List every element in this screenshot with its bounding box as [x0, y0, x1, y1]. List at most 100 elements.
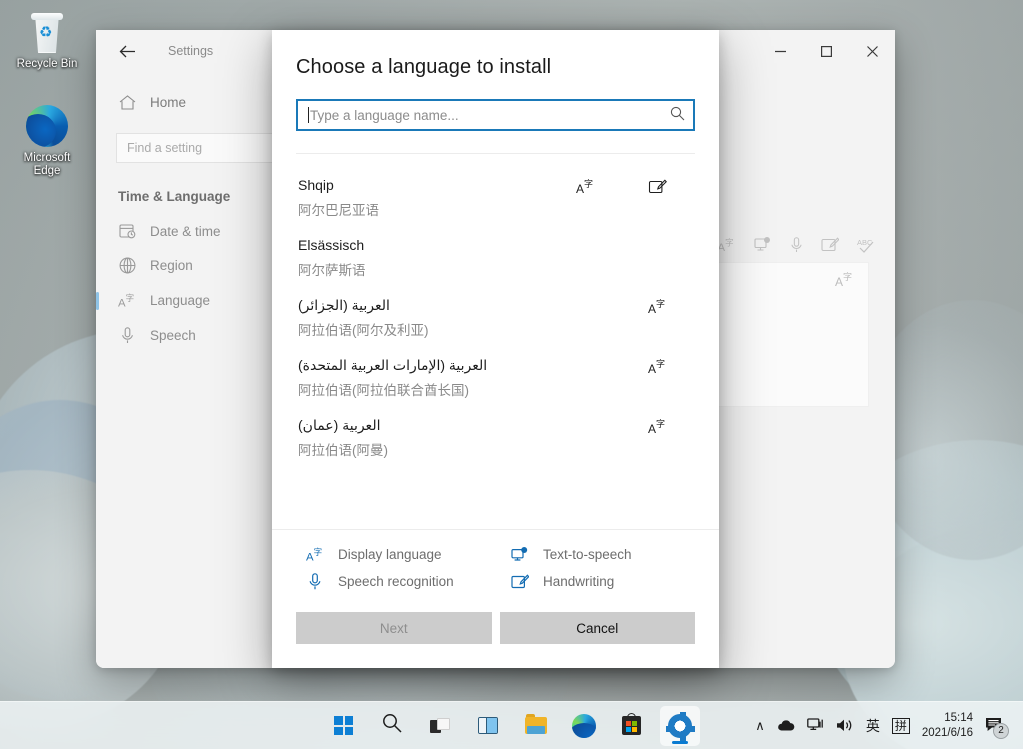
microphone-icon — [118, 327, 136, 344]
taskbar-file-explorer-button[interactable] — [516, 706, 556, 746]
notification-badge: 2 — [993, 723, 1009, 739]
display-language-icon: A字 — [835, 271, 854, 291]
display-language-icon: A字 — [621, 298, 693, 315]
language-localized-name: 阿拉伯语(阿拉伯联合酋长国) — [298, 380, 693, 402]
desktop-icon-microsoft-edge[interactable]: ↗ Microsoft Edge — [4, 100, 90, 178]
svg-text:A: A — [576, 182, 584, 195]
next-button[interactable]: Next — [296, 612, 492, 644]
clock-date: 2021/6/16 — [922, 726, 973, 741]
language-localized-name: 阿尔巴尼亚语 — [298, 200, 693, 222]
system-tray: ∧ 英 拼 15:14 2021/6/16 2 — [749, 702, 1015, 749]
sidebar-item-label: Date & time — [150, 224, 221, 239]
calendar-clock-icon — [118, 223, 136, 239]
list-item[interactable]: Shqip 阿尔巴尼亚语 A字 — [272, 168, 719, 228]
sidebar-item-label: Region — [150, 258, 193, 273]
language-feature-icons: A字 — [621, 298, 693, 315]
handwriting-icon — [511, 574, 529, 590]
microsoft-edge-icon: ↗ — [4, 100, 90, 152]
sidebar-item-region[interactable]: Region — [96, 248, 301, 283]
close-button[interactable] — [849, 30, 895, 72]
onedrive-icon[interactable] — [771, 706, 801, 746]
dialog-buttons: Next Cancel — [272, 598, 719, 668]
taskbar-widgets-button[interactable] — [468, 706, 508, 746]
settings-nav-pane[interactable]: Home Find a setting Time & Language Date… — [96, 72, 301, 668]
taskbar-task-view-button[interactable] — [420, 706, 460, 746]
shortcut-arrow-icon: ↗ — [26, 134, 39, 147]
list-item[interactable]: العربية (الجزائر) 阿拉伯语(阿尔及利亚) A字 — [272, 288, 719, 348]
sidebar-item-date-time[interactable]: Date & time — [96, 214, 301, 248]
find-a-setting-placeholder: Find a setting — [127, 141, 202, 155]
taskbar-settings-button[interactable] — [660, 706, 700, 746]
show-hidden-icons-button[interactable]: ∧ — [749, 706, 771, 746]
cancel-button[interactable]: Cancel — [500, 612, 696, 644]
legend-display-language: A字 Display language — [306, 546, 511, 563]
search-icon[interactable] — [670, 106, 685, 124]
search-icon — [382, 713, 402, 738]
handwriting-icon — [621, 179, 693, 195]
taskbar-start-button[interactable] — [324, 706, 364, 746]
legend-handwriting: Handwriting — [511, 573, 719, 590]
desktop-icon-label: Microsoft Edge — [4, 152, 90, 178]
taskbar-microsoft-edge-button[interactable] — [564, 706, 604, 746]
recycle-bin-icon: ♻ — [4, 6, 90, 58]
desktop-icon-recycle-bin[interactable]: ♻ Recycle Bin — [4, 6, 90, 71]
sidebar-item-label: Language — [150, 293, 210, 308]
desktop-icon-label: Recycle Bin — [4, 58, 90, 71]
sidebar-item-speech[interactable]: Speech — [96, 318, 301, 353]
language-localized-name: 阿拉伯语(阿曼) — [298, 440, 693, 462]
sidebar-item-home[interactable]: Home — [96, 88, 301, 117]
find-a-setting-input[interactable]: Find a setting — [116, 133, 281, 163]
maximize-button[interactable] — [803, 30, 849, 72]
sidebar-item-label: Home — [150, 95, 186, 110]
svg-text:字: 字 — [656, 298, 665, 310]
language-list[interactable]: Shqip 阿尔巴尼亚语 A字 Elsässisch 阿尔萨斯语 العربية… — [272, 154, 719, 529]
dialog-header: Choose a language to install Type a lang… — [272, 30, 719, 154]
display-language-icon: A字 — [621, 418, 693, 435]
back-button[interactable] — [104, 35, 150, 67]
legend-label: Speech recognition — [338, 574, 454, 589]
notification-center-button[interactable]: 2 — [981, 706, 1015, 746]
choose-language-dialog[interactable]: Choose a language to install Type a lang… — [272, 30, 719, 668]
language-search-input[interactable]: Type a language name... — [296, 99, 695, 131]
volume-icon[interactable] — [830, 706, 860, 746]
globe-icon — [118, 257, 136, 274]
taskbar[interactable]: ∧ 英 拼 15:14 2021/6/16 2 — [0, 701, 1023, 749]
language-feature-icons: A字 — [621, 358, 693, 375]
handwriting-icon — [821, 237, 839, 256]
list-item[interactable]: Elsässisch 阿尔萨斯语 — [272, 228, 719, 288]
svg-text:字: 字 — [314, 547, 323, 558]
list-item[interactable]: العربية (عمان) 阿拉伯语(阿曼) A字 — [272, 408, 719, 468]
app-title: Settings — [168, 44, 213, 58]
svg-text:ABC: ABC — [857, 238, 873, 247]
language-feature-icons: A字 ABC — [717, 237, 877, 256]
widgets-icon — [478, 717, 498, 734]
task-view-icon — [430, 718, 450, 734]
taskbar-search-button[interactable] — [372, 706, 412, 746]
spellcheck-icon: ABC — [857, 237, 877, 256]
ime-mode-indicator[interactable]: 拼 — [886, 706, 916, 746]
gear-icon — [668, 714, 692, 738]
search-placeholder: Type a language name... — [310, 108, 670, 123]
sidebar-item-language[interactable]: A字 Language — [96, 283, 301, 318]
svg-text:A: A — [648, 422, 656, 435]
language-localized-name: 阿尔萨斯语 — [298, 260, 693, 282]
minimize-button[interactable] — [757, 30, 803, 72]
clock-time: 15:14 — [922, 711, 973, 726]
sidebar-item-label: Speech — [150, 328, 196, 343]
language-localized-name: 阿拉伯语(阿尔及利亚) — [298, 320, 693, 342]
language-feature-icons: A字 — [549, 178, 693, 195]
taskbar-microsoft-store-button[interactable] — [612, 706, 652, 746]
text-to-speech-icon — [511, 547, 529, 563]
network-icon[interactable] — [801, 706, 830, 746]
legend-label: Display language — [338, 547, 442, 562]
svg-text:字: 字 — [843, 271, 852, 283]
taskbar-items — [324, 706, 700, 746]
dialog-title: Choose a language to install — [296, 56, 695, 79]
svg-text:字: 字 — [126, 293, 135, 304]
ime-language-indicator[interactable]: 英 — [860, 706, 886, 746]
list-item[interactable]: العربية (الإمارات العربية المتحدة) 阿拉伯语(… — [272, 348, 719, 408]
clock[interactable]: 15:14 2021/6/16 — [916, 711, 981, 741]
display-language-icon: A字 — [306, 546, 324, 563]
display-language-icon: A字 — [717, 237, 736, 256]
speech-recognition-icon — [790, 237, 803, 256]
